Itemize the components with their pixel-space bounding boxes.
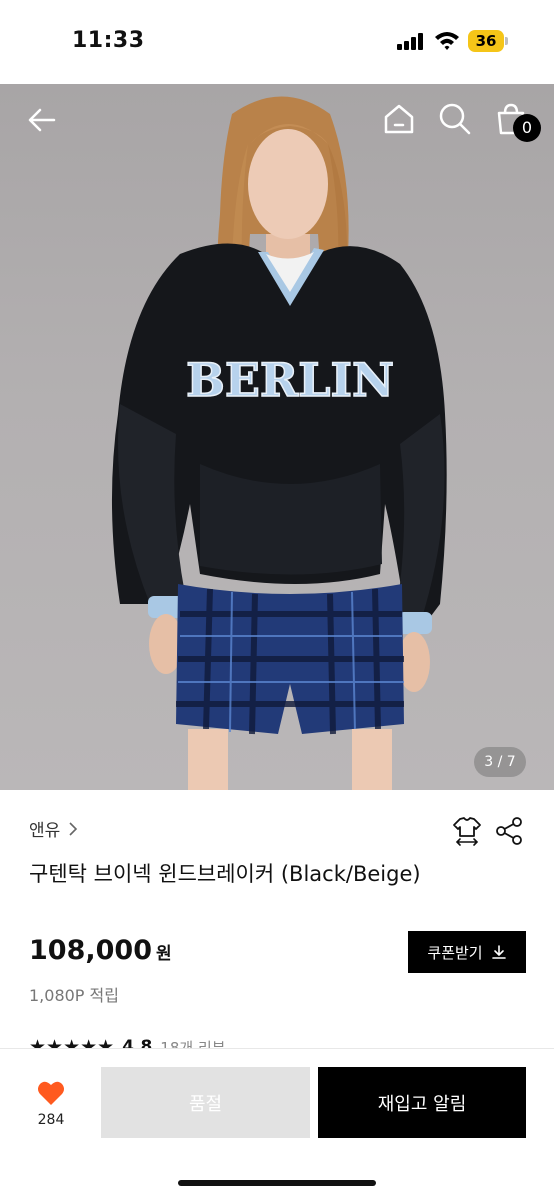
back-arrow-icon[interactable] — [24, 102, 60, 138]
product-title: 구텐탁 브이넥 윈드브레이커 (Black/Beige) — [29, 862, 421, 886]
battery-level: 36 — [475, 32, 497, 50]
like-count: 284 — [37, 1112, 65, 1128]
status-bar: 11:33 36 — [0, 0, 554, 84]
price: 108,000 원 — [29, 935, 172, 966]
product-photo: BERLIN — [111, 96, 447, 790]
image-page-indicator: 3 / 7 — [474, 747, 526, 777]
signal-icon — [397, 32, 425, 50]
search-icon[interactable] — [437, 101, 473, 137]
heart-icon — [38, 1081, 64, 1105]
brand-name: 앤유 — [29, 821, 61, 841]
battery-icon: 36 — [468, 30, 508, 52]
home-icon[interactable] — [381, 101, 417, 137]
coupon-button-label: 쿠폰받기 — [427, 943, 483, 962]
restock-alert-button[interactable]: 재입고 알림 — [318, 1067, 526, 1138]
price-unit: 원 — [155, 944, 172, 964]
chevron-right-icon — [69, 821, 78, 836]
home-indicator — [178, 1180, 376, 1186]
size-guide-icon[interactable] — [450, 814, 484, 848]
product-image[interactable]: BERLIN — [0, 84, 554, 790]
soldout-button: 품절 — [101, 1067, 310, 1138]
brand-link[interactable]: 앤유 — [29, 816, 78, 841]
berlin-graphic: BERLIN — [186, 353, 394, 407]
download-icon — [491, 945, 506, 959]
reward-points: 1,080P 적립 — [29, 986, 119, 1005]
cart-count-badge: 0 — [513, 114, 541, 142]
share-icon[interactable] — [494, 816, 524, 846]
coupon-download-button[interactable]: 쿠폰받기 — [408, 931, 526, 973]
price-value: 108,000 — [29, 935, 152, 966]
like-button[interactable]: 284 — [22, 1080, 80, 1130]
wifi-icon — [434, 29, 460, 51]
status-time: 11:33 — [72, 28, 145, 53]
